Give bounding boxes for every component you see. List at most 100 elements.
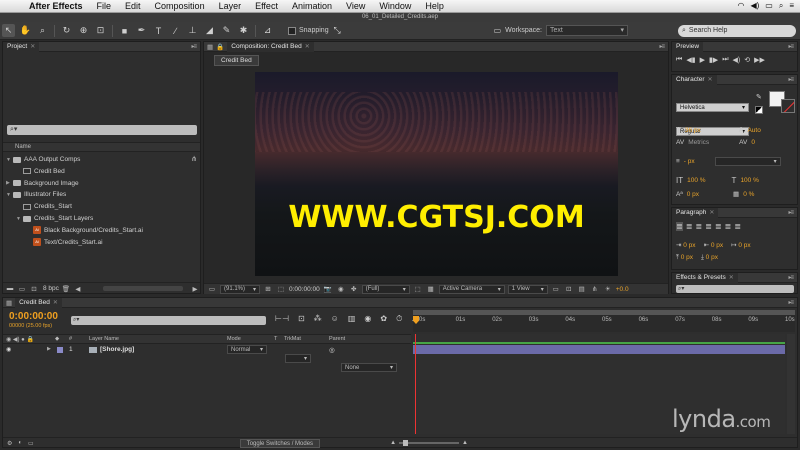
flowchart-icon[interactable]: ⋔ [191,155,197,163]
menu-layer[interactable]: Layer [212,1,249,11]
camera-tool-icon[interactable]: ⊕ [77,24,90,37]
draft-3d-icon[interactable]: ⁂ [314,314,322,324]
baseline-shift-value[interactable]: 0 px [687,191,699,198]
panel-menu-icon[interactable]: ▸≡ [788,43,793,50]
tsume-value[interactable]: 0 % [743,191,754,198]
toggle-switches-modes-button[interactable]: Toggle Switches / Modes [239,438,321,448]
frame-blending-icon[interactable]: ▥ [348,314,356,324]
font-size-value[interactable]: 36 px [685,127,701,134]
project-search-input[interactable]: ⌕▾ [7,125,197,135]
scroll-left-icon[interactable]: ◀ [73,284,83,293]
mask-visibility-icon[interactable]: ⬚ [276,285,286,294]
workspace-dropdown[interactable]: Text [546,25,628,36]
first-frame-icon[interactable]: ⏮ [676,56,682,64]
column-parent[interactable]: Parent [329,336,345,342]
layer-mode-dropdown[interactable]: Normal [227,345,267,354]
tab-effects-presets[interactable]: Effects & Presets ✕ [672,272,738,283]
project-item[interactable]: Ai Text/Credits_Start.ai [3,237,103,248]
work-area-bar[interactable] [413,310,795,315]
render-queue-icon[interactable]: ▦ [3,299,15,307]
motion-blur-icon[interactable]: ◉ [364,314,371,324]
close-icon[interactable]: ✕ [709,209,714,216]
pick-whip-icon[interactable]: ◎ [329,346,335,354]
panel-menu-icon[interactable]: ▸≡ [191,43,196,50]
live-update-icon[interactable]: ⊡ [298,314,305,324]
next-frame-icon[interactable]: ▮▶ [709,56,718,64]
tab-paragraph[interactable]: Paragraph ✕ [672,207,719,218]
spotlight-icon[interactable]: ⌕ [779,1,783,11]
loop-icon[interactable]: ⟲ [744,56,750,64]
tab-timeline-credit-bed[interactable]: Credit Bed ✕ [15,297,62,308]
menu-effect[interactable]: Effect [248,1,285,11]
zoom-out-mountains-icon[interactable]: ▲ [390,440,396,446]
panel-lock-icon[interactable]: 🔒 [216,43,227,51]
zoom-dropdown[interactable]: (91.1%) [220,284,260,294]
last-frame-icon[interactable]: ⏭ [722,56,728,64]
space-before-field[interactable]: ⤒ 0 px [676,254,693,262]
zoom-slider-thumb[interactable] [403,440,409,446]
project-scrollbar[interactable] [103,286,183,291]
shy-layers-icon[interactable]: ☺ [331,314,339,324]
effects-search-input[interactable]: ⌕▾ [676,285,794,293]
panel-menu-icon[interactable]: ▸≡ [659,43,664,50]
play-icon[interactable]: ▶ [700,56,705,64]
menu-app-name[interactable]: After Effects [22,1,90,11]
indent-right-field[interactable]: ⇤ 0 px [704,241,724,249]
zoom-in-mountains-icon[interactable]: ▲ [462,440,468,446]
fast-previews-icon[interactable]: ⊡ [564,285,574,294]
view-layout-dropdown[interactable]: 1 View [507,284,548,294]
clone-stamp-tool-icon[interactable]: ⊥ [186,24,199,37]
previous-frame-icon[interactable]: ◀▮ [686,56,695,64]
align-right-icon[interactable]: ≣ [695,222,702,231]
channel-icon[interactable]: ✤ [349,285,359,294]
column-number[interactable]: # [69,336,72,342]
pan-behind-tool-icon[interactable]: ⊡ [94,24,107,37]
label-column-icon[interactable]: ◆ [55,336,59,342]
justify-last-center-icon[interactable]: ≣ [715,222,722,231]
project-item[interactable]: Credit Bed [3,166,65,177]
zoom-tool-icon[interactable]: ⌕ [36,24,49,37]
column-layer-name[interactable]: Layer Name [89,336,119,342]
wifi-icon[interactable]: ◠ [737,1,744,11]
menu-view[interactable]: View [339,1,372,11]
workspace-toggle-icon[interactable]: ▭ [494,26,502,35]
tab-composition[interactable]: Composition: Credit Bed ✕ [227,41,314,52]
exposure-value[interactable]: +0.0 [616,286,629,293]
snapshot-icon[interactable]: 📷 [323,285,333,294]
snapping-options-icon[interactable]: ⤡ [331,24,344,37]
close-icon[interactable]: ✕ [305,43,310,50]
panel-menu-icon[interactable]: ▸≡ [788,76,793,83]
menu-animation[interactable]: Animation [285,1,339,11]
space-after-field[interactable]: ⤓ 0 px [701,254,718,262]
project-item[interactable]: ▼ AAA Output Comps [3,154,80,165]
tab-character[interactable]: Character ✕ [672,74,717,85]
color-depth-label[interactable]: 8 bpc [43,285,59,292]
layer-duration-bar[interactable] [413,345,785,354]
menu-edit[interactable]: Edit [118,1,148,11]
vertical-scale-value[interactable]: 100 % [687,177,705,184]
timeline-zoom-slider[interactable] [399,440,460,446]
rectangle-tool-icon[interactable]: ■ [118,24,131,37]
indent-first-field[interactable]: ↦ 0 px [731,241,751,249]
auto-keyframe-icon[interactable]: ⏱ [396,314,402,324]
exposure-icon[interactable]: ☀ [603,285,613,294]
menu-composition[interactable]: Composition [148,1,212,11]
safe-zones-icon[interactable]: ⊞ [263,285,273,294]
tracking-value[interactable]: 0 [751,139,755,146]
column-t[interactable]: T [274,336,277,342]
modes-pane-icon[interactable]: ◐ [18,440,22,446]
menu-window[interactable]: Window [372,1,418,11]
project-item[interactable]: ▶ Background Image [3,178,79,189]
panel-menu-icon[interactable]: ▸≡ [788,274,793,281]
comp-mini-flowchart-icon[interactable]: ⊢⊣ [275,314,289,324]
selection-tool-icon[interactable]: ↖ [2,24,15,37]
project-item[interactable]: ▼ Illustrator Files [3,189,66,200]
justify-last-right-icon[interactable]: ≣ [725,222,732,231]
layer-row[interactable]: ◉ ▶ 1 [Shore.jpg] Normal ◎ None [3,345,411,372]
font-family-dropdown[interactable]: Helvetica [676,103,749,112]
current-time-display[interactable]: 0:00:00:00 [289,286,320,293]
menu-file[interactable]: File [90,1,119,11]
column-mode[interactable]: Mode [227,336,241,342]
expand-right-icon[interactable]: ▶ [6,180,13,186]
project-item[interactable]: ▼ Credits_Start Layers [3,213,93,224]
